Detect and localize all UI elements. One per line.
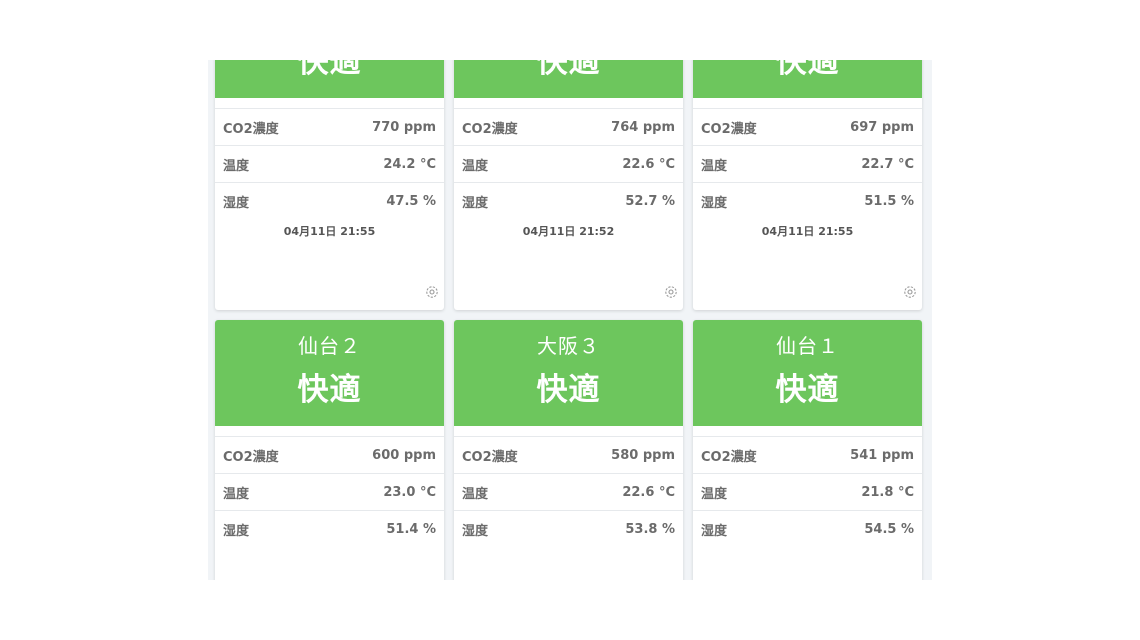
co2-label: CO2濃度 <box>462 449 518 465</box>
temperature-label: 温度 <box>701 158 728 174</box>
co2-value: 580 ppm <box>611 447 675 463</box>
updated-time: 04月11日 21:55 <box>761 225 854 238</box>
gear-icon[interactable] <box>424 284 440 300</box>
co2-row: CO2濃度 580 ppm <box>454 437 683 474</box>
temperature-row: 温度 24.2 °C <box>215 146 444 183</box>
humidity-row: 湿度 51.4 % <box>215 511 444 547</box>
humidity-value: 47.5 % <box>386 193 436 209</box>
temperature-label: 温度 <box>223 158 250 174</box>
co2-row: CO2濃度 770 ppm <box>215 109 444 146</box>
divider <box>215 98 444 109</box>
temperature-label: 温度 <box>462 158 489 174</box>
comfort-status: 快適 <box>297 60 362 80</box>
card-header: 快適 <box>454 60 683 98</box>
humidity-value: 54.5 % <box>864 521 914 537</box>
sensor-grid: 快適 CO2濃度 770 ppm 温度 24.2 °C 湿度 47.5 % 04月11… <box>215 60 922 580</box>
card-header: 快適 <box>693 60 922 98</box>
temperature-value: 23.0 °C <box>383 484 436 500</box>
temperature-label: 温度 <box>462 486 489 502</box>
humidity-row: 湿度 52.7 % <box>454 183 683 219</box>
co2-value: 770 ppm <box>372 119 436 135</box>
temperature-row: 温度 22.6 °C <box>454 474 683 511</box>
sensor-card[interactable]: 快適 CO2濃度 697 ppm 温度 22.7 °C 湿度 51.5 % 04月11… <box>693 60 922 310</box>
humidity-value: 51.5 % <box>864 193 914 209</box>
humidity-row: 湿度 51.5 % <box>693 183 922 219</box>
card-header: 大阪３ 快適 <box>454 320 683 426</box>
co2-label: CO2濃度 <box>701 449 757 465</box>
comfort-status: 快適 <box>775 372 840 408</box>
temperature-label: 温度 <box>223 486 250 502</box>
sensor-card[interactable]: 仙台１ 快適 CO2濃度 541 ppm 温度 21.8 °C 湿度 54.5 % <box>693 320 922 580</box>
humidity-label: 湿度 <box>462 195 489 211</box>
comfort-status: 快適 <box>775 60 840 80</box>
co2-value: 600 ppm <box>372 447 436 463</box>
sensor-name: 仙台２ <box>298 334 361 358</box>
sensor-name: 仙台１ <box>776 334 839 358</box>
co2-row: CO2濃度 697 ppm <box>693 109 922 146</box>
divider <box>693 98 922 109</box>
comfort-status: 快適 <box>536 372 601 408</box>
humidity-label: 湿度 <box>701 195 728 211</box>
temperature-value: 24.2 °C <box>383 156 436 172</box>
co2-value: 697 ppm <box>850 119 914 135</box>
divider <box>454 98 683 109</box>
co2-label: CO2濃度 <box>223 449 279 465</box>
divider <box>454 426 683 437</box>
comfort-status: 快適 <box>536 60 601 80</box>
updated-time: 04月11日 21:52 <box>522 225 615 238</box>
dashboard-viewport[interactable]: 快適 CO2濃度 770 ppm 温度 24.2 °C 湿度 47.5 % 04月11… <box>208 60 932 580</box>
humidity-value: 52.7 % <box>625 193 675 209</box>
card-header: 快適 <box>215 60 444 98</box>
co2-row: CO2濃度 764 ppm <box>454 109 683 146</box>
co2-label: CO2濃度 <box>462 121 518 137</box>
temperature-row: 温度 21.8 °C <box>693 474 922 511</box>
temperature-value: 22.6 °C <box>622 156 675 172</box>
updated-time: 04月11日 21:55 <box>283 225 376 238</box>
divider <box>215 426 444 437</box>
comfort-status: 快適 <box>297 372 362 408</box>
humidity-value: 51.4 % <box>386 521 436 537</box>
co2-value: 541 ppm <box>850 447 914 463</box>
co2-label: CO2濃度 <box>701 121 757 137</box>
temperature-value: 22.6 °C <box>622 484 675 500</box>
sensor-card[interactable]: 快適 CO2濃度 770 ppm 温度 24.2 °C 湿度 47.5 % 04月11… <box>215 60 444 310</box>
co2-row: CO2濃度 600 ppm <box>215 437 444 474</box>
sensor-card[interactable]: 快適 CO2濃度 764 ppm 温度 22.6 °C 湿度 52.7 % 04月11… <box>454 60 683 310</box>
gear-icon[interactable] <box>902 284 918 300</box>
humidity-row: 湿度 54.5 % <box>693 511 922 547</box>
temperature-row: 温度 23.0 °C <box>215 474 444 511</box>
humidity-row: 湿度 47.5 % <box>215 183 444 219</box>
humidity-value: 53.8 % <box>625 521 675 537</box>
co2-label: CO2濃度 <box>223 121 279 137</box>
humidity-label: 湿度 <box>223 523 250 539</box>
temperature-label: 温度 <box>701 486 728 502</box>
co2-value: 764 ppm <box>611 119 675 135</box>
temperature-value: 22.7 °C <box>861 156 914 172</box>
card-header: 仙台２ 快適 <box>215 320 444 426</box>
gear-icon[interactable] <box>663 284 679 300</box>
co2-row: CO2濃度 541 ppm <box>693 437 922 474</box>
humidity-label: 湿度 <box>462 523 489 539</box>
temperature-value: 21.8 °C <box>861 484 914 500</box>
temperature-row: 温度 22.7 °C <box>693 146 922 183</box>
temperature-row: 温度 22.6 °C <box>454 146 683 183</box>
card-header: 仙台１ 快適 <box>693 320 922 426</box>
sensor-name: 大阪３ <box>537 334 600 358</box>
humidity-row: 湿度 53.8 % <box>454 511 683 547</box>
sensor-card[interactable]: 大阪３ 快適 CO2濃度 580 ppm 温度 22.6 °C 湿度 53.8 % <box>454 320 683 580</box>
sensor-card[interactable]: 仙台２ 快適 CO2濃度 600 ppm 温度 23.0 °C 湿度 51.4 % <box>215 320 444 580</box>
divider <box>693 426 922 437</box>
humidity-label: 湿度 <box>701 523 728 539</box>
humidity-label: 湿度 <box>223 195 250 211</box>
